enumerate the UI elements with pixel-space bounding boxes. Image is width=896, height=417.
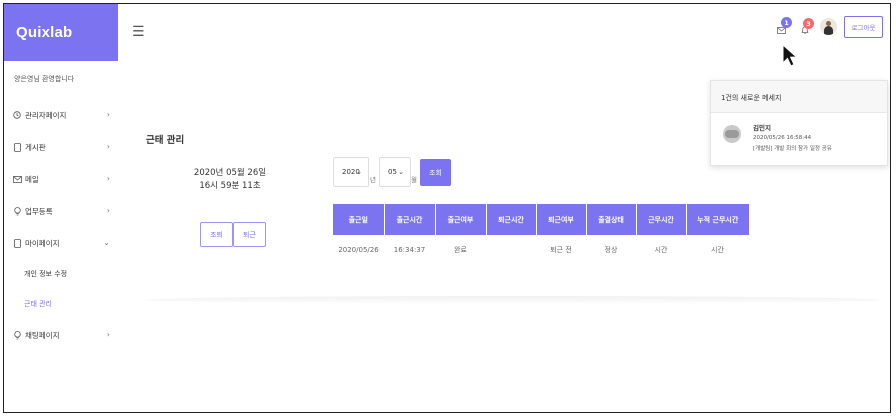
year-select[interactable]: 2020 ⌄: [333, 157, 369, 187]
chevron-right-icon: ›: [106, 206, 110, 215]
month-value: 05: [388, 168, 397, 176]
current-datetime: 2020년 05월 26일 16시 59분 11초: [180, 167, 280, 193]
chevron-right-icon: ›: [106, 142, 110, 151]
sidebar-subitem-profile-edit[interactable]: 개인 정보 수정: [4, 259, 118, 289]
table-cell: 16:34:37: [393, 246, 426, 254]
column-header: 퇴근여부: [536, 204, 587, 235]
chevron-right-icon: ›: [106, 110, 110, 119]
column-header: 출근시간: [384, 204, 436, 235]
brand-logo[interactable]: Quixlab: [4, 4, 118, 61]
chevron-down-icon: ⌄: [356, 168, 362, 176]
column-header: 출결상태: [586, 204, 637, 235]
table-cell: 시간: [711, 246, 724, 254]
column-header: 퇴근시간: [486, 204, 537, 235]
chevron-down-icon: ⌄: [398, 168, 404, 176]
sidebar-item-mail[interactable]: 메일 ›: [4, 163, 118, 195]
logout-button[interactable]: 로그아웃: [844, 16, 883, 38]
bulb-icon: [12, 206, 22, 216]
view-button[interactable]: 조회: [420, 159, 451, 186]
sidebar: Quixlab 양은영님 환영합니다 관리자페이지 › 게시판 › 메일 › 업…: [4, 4, 118, 412]
early-leave-button[interactable]: 조퇴: [200, 222, 233, 247]
hamburger-menu-icon[interactable]: ☰: [132, 24, 145, 40]
sidebar-item-label: 채팅페이지: [25, 330, 60, 340]
message-preview: [개발팀] 개발 회의 참가 일정 공유: [753, 146, 832, 152]
bell-badge: 3: [803, 18, 814, 29]
chevron-down-icon: ⌄: [103, 238, 110, 247]
card-shadow: [146, 296, 882, 304]
table-cell: 2020/05/26: [338, 246, 379, 254]
document-icon: [12, 142, 22, 152]
clock-icon: [12, 110, 22, 120]
table-cell: [486, 235, 536, 265]
message-time: 2020/05/26 16:58:44: [753, 135, 812, 141]
month-unit: 월: [411, 176, 417, 184]
current-time: 16시 59분 11초: [199, 181, 261, 191]
welcome-text: 양은영님 환영합니다: [14, 75, 75, 83]
table-header-row: 출근일 출근시간 출근여부 퇴근시간 퇴근여부 출결상태 근무시간 누적 근무시…: [333, 204, 749, 235]
page-title: 근태 관리: [146, 135, 185, 146]
user-avatar[interactable]: [820, 18, 837, 35]
sidebar-item-label: 업무등록: [25, 206, 53, 216]
app-window: Quixlab 양은영님 환영합니다 관리자페이지 › 게시판 › 메일 › 업…: [3, 3, 891, 413]
message-sender: 김민지: [753, 124, 771, 132]
document-icon: [12, 238, 22, 248]
table-cell: 퇴근 전: [550, 246, 572, 254]
column-header: 출근여부: [435, 204, 487, 235]
sidebar-item-label: 메일: [25, 174, 39, 184]
table-row: 2020/05/26 16:34:37 완료 퇴근 전 정상 시간 시간: [333, 235, 749, 265]
table-cell: 완료: [454, 246, 467, 254]
sidebar-item-label: 관리자페이지: [25, 110, 67, 120]
messages-heading: 1건의 새로운 메세지: [711, 81, 887, 113]
message-item[interactable]: 김민지 2020/05/26 16:58:44 [개발팀] 개발 회의 참가 일…: [711, 113, 887, 165]
sidebar-item-admin[interactable]: 관리자페이지 ›: [4, 99, 118, 131]
sidebar-subitem-attendance[interactable]: 근태 관리: [4, 289, 118, 319]
mouse-pointer-icon: [782, 44, 798, 67]
column-header: 누적 근무시간: [686, 204, 749, 235]
year-unit: 년: [370, 176, 376, 184]
mail-icon: [12, 174, 22, 184]
sidebar-item-label: 마이페이지: [25, 238, 60, 248]
chevron-right-icon: ›: [106, 330, 110, 339]
sidebar-item-chat[interactable]: 채팅페이지 ›: [4, 319, 118, 351]
current-date: 2020년 05월 26일: [193, 168, 267, 178]
sidebar-item-mypage[interactable]: 마이페이지 ⌄: [4, 227, 118, 259]
chevron-right-icon: ›: [106, 174, 110, 183]
sidebar-item-board[interactable]: 게시판 ›: [4, 131, 118, 163]
table-cell: 시간: [654, 246, 668, 254]
messages-dropdown: 1건의 새로운 메세지 김민지 2020/05/26 16:58:44 [개발팀…: [710, 80, 888, 166]
sender-avatar: [723, 125, 741, 143]
sidebar-item-task[interactable]: 업무등록 ›: [4, 195, 118, 227]
leave-work-button[interactable]: 퇴근: [233, 222, 266, 247]
bulb-icon: [12, 330, 22, 340]
attendance-table: 출근일 출근시간 출근여부 퇴근시간 퇴근여부 출결상태 근무시간 누적 근무시…: [333, 204, 749, 265]
sidebar-item-label: 게시판: [25, 142, 46, 152]
month-select[interactable]: 05 ⌄: [379, 157, 411, 187]
column-header: 출근일: [333, 204, 385, 235]
table-cell: 정상: [604, 246, 618, 254]
column-header: 근무시간: [636, 204, 687, 235]
mail-badge: 1: [781, 17, 792, 28]
